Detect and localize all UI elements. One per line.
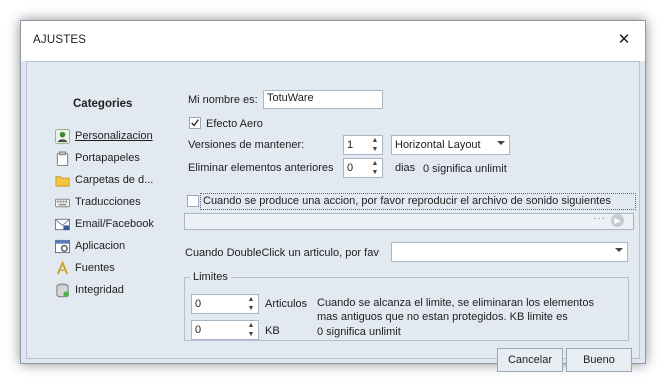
kb-value: 0 (195, 324, 202, 336)
database-icon (56, 283, 70, 298)
limits-note-line2: mas antiguos que no estan protegidos. KB… (317, 311, 568, 323)
font-icon (56, 261, 69, 275)
articles-value: 0 (195, 298, 202, 310)
sidebar-item-traducciones[interactable]: Traducciones (55, 193, 185, 213)
spin-down-icon[interactable]: ▼ (368, 168, 382, 177)
spin-up-icon[interactable]: ▲ (368, 159, 382, 168)
limits-title: Limites (190, 271, 231, 283)
layout-select[interactable]: Horizontal Layout (391, 135, 510, 155)
sidebar-item-label: Integridad (75, 284, 124, 296)
dialog-body: Categories Personalizacion Portapapeles (26, 61, 640, 372)
layout-value: Horizontal Layout (395, 139, 481, 151)
browse-icon[interactable]: ··· (593, 213, 606, 224)
name-input[interactable]: TotuWare (263, 90, 383, 109)
sidebar-item-label: Personalizacion (75, 130, 153, 142)
sound-file-input[interactable] (184, 213, 634, 230)
aero-label: Efecto Aero (206, 118, 263, 130)
window-title: AJUSTES (33, 34, 87, 46)
sidebar-item-email-facebook[interactable]: Email/Facebook (55, 215, 185, 235)
spin-up-icon[interactable]: ▲ (368, 136, 382, 145)
settings-dialog: AJUSTES ✕ Categories Personalizacion Por… (20, 20, 646, 372)
user-icon (55, 129, 70, 144)
articles-label: Articulos (265, 298, 308, 310)
sound-label: Cuando se produce una accion, por favor … (203, 195, 611, 207)
kb-label: KB (265, 325, 280, 337)
delete-note: 0 significa unlimit (423, 163, 507, 175)
kb-spinner[interactable]: 0 ▲ ▼ (191, 320, 259, 340)
versions-value: 1 (347, 139, 354, 151)
email-icon (55, 218, 70, 231)
delete-unit: dias (395, 162, 416, 174)
sidebar-item-label: Traducciones (75, 196, 141, 208)
sidebar-item-carpetas[interactable]: Carpetas de d... (55, 171, 185, 191)
sidebar-item-label: Fuentes (75, 262, 115, 274)
title-bar: AJUSTES ✕ (21, 21, 645, 61)
spin-down-icon[interactable]: ▼ (368, 145, 382, 154)
sidebar-item-label: Aplicacion (75, 240, 126, 252)
close-icon[interactable]: ✕ (615, 31, 633, 49)
doubleclick-label: Cuando DoubleClick un articulo, por fav (185, 247, 379, 259)
play-icon[interactable]: ▶ (611, 214, 624, 227)
versions-spinner[interactable]: 1 ▲ ▼ (343, 135, 383, 155)
sidebar-item-fuentes[interactable]: Fuentes (55, 259, 185, 279)
limits-note-line3: 0 significa unlimit (317, 326, 401, 338)
sidebar-item-label: Email/Facebook (75, 218, 154, 230)
check-icon (191, 119, 199, 127)
delete-label: Eliminar elementos anteriores (188, 162, 334, 174)
application-icon (55, 239, 70, 254)
doubleclick-select[interactable] (391, 242, 628, 262)
articles-spinner[interactable]: 0 ▲ ▼ (191, 294, 259, 314)
ok-button[interactable]: Bueno (566, 348, 632, 372)
sound-checkbox[interactable] (187, 195, 199, 207)
chevron-down-icon (615, 248, 623, 252)
delete-days-value: 0 (347, 162, 354, 174)
versions-label: Versiones de mantener: (188, 139, 305, 151)
sidebar-item-label: Carpetas de d... (75, 174, 154, 186)
category-sidebar: Categories Personalizacion Portapapeles (47, 91, 187, 331)
sidebar-title: Categories (73, 98, 133, 110)
keyboard-icon (55, 198, 70, 208)
sidebar-item-integridad[interactable]: Integridad (55, 281, 185, 301)
spin-down-icon[interactable]: ▼ (244, 304, 258, 313)
sidebar-item-portapapeles[interactable]: Portapapeles (55, 149, 185, 169)
chevron-down-icon (497, 141, 505, 145)
delete-days-spinner[interactable]: 0 ▲ ▼ (343, 158, 383, 178)
limits-note-line1: Cuando se alcanza el limite, se eliminar… (317, 297, 594, 309)
folder-icon (55, 176, 70, 187)
aero-checkbox[interactable] (189, 117, 201, 129)
cancel-button[interactable]: Cancelar (497, 348, 563, 372)
clipboard-icon (56, 151, 69, 166)
spin-up-icon[interactable]: ▲ (244, 321, 258, 330)
spin-up-icon[interactable]: ▲ (244, 295, 258, 304)
sidebar-item-aplicacion[interactable]: Aplicacion (55, 237, 185, 257)
spin-down-icon[interactable]: ▼ (244, 330, 258, 339)
sidebar-item-personalizacion[interactable]: Personalizacion (55, 127, 185, 147)
sidebar-item-label: Portapapeles (75, 152, 140, 164)
name-label: Mi nombre es: (188, 94, 258, 106)
